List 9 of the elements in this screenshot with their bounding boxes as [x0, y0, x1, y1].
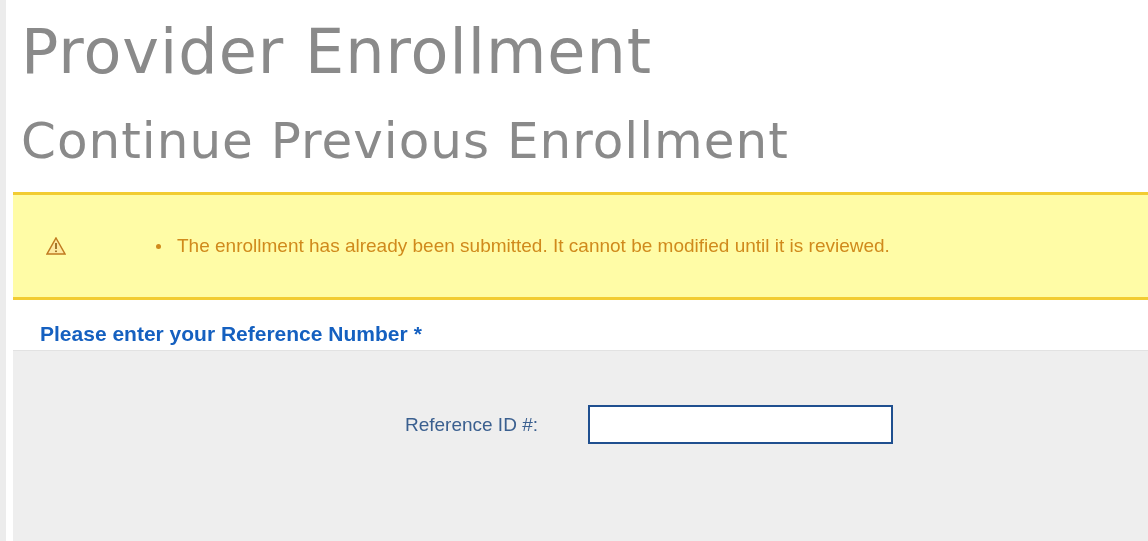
warning-icon — [46, 237, 66, 255]
section-heading: Please enter your Reference Number — [40, 321, 408, 347]
bullet-icon — [156, 243, 161, 249]
field-label: Reference ID #: — [403, 413, 539, 436]
reference-id-input[interactable] — [588, 405, 893, 444]
warning-message: The enrollment has already been submitted. It cannot be modified until it is reviewed. — [177, 235, 890, 257]
page-subtitle: Continue Previous Enrollment — [21, 111, 790, 172]
page-title: Provider Enrollment — [21, 14, 654, 90]
required-mark: * — [413, 321, 422, 347]
